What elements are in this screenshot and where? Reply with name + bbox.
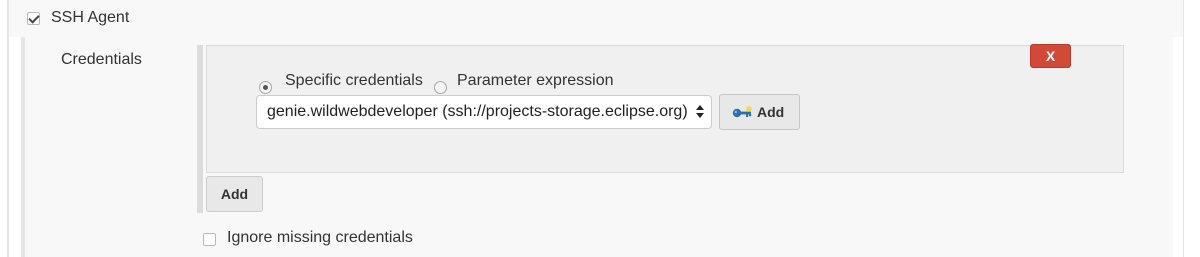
parameter-expression-radio[interactable] [434,81,447,94]
credentials-label: Credentials [61,51,142,68]
credential-select[interactable]: genie.wildwebdeveloper (ssh://projects-s… [256,95,712,129]
add-credential-label: Add [757,104,785,120]
add-button[interactable]: Add [206,176,263,212]
ignore-missing-checkbox[interactable] [203,233,216,246]
outer-right-border [1183,0,1184,257]
ssh-agent-label: SSH Agent [51,9,130,26]
outer-left-border [7,0,9,257]
parameter-expression-label[interactable]: Parameter expression [457,72,614,90]
specific-credentials-radio[interactable] [259,81,272,94]
credential-select-value: genie.wildwebdeveloper (ssh://projects-s… [267,103,688,120]
ssh-agent-checkbox[interactable] [27,12,40,25]
section-border [21,37,25,257]
select-arrows-icon [696,104,704,120]
add-credential-button[interactable]: Add [719,94,800,130]
delete-credential-button[interactable]: X [1030,44,1071,68]
ignore-missing-label: Ignore missing credentials [227,229,413,246]
ssh-agent-row [9,0,1183,37]
key-icon [732,106,754,125]
specific-credentials-label[interactable]: Specific credentials [285,72,423,90]
credentials-group-bar [197,45,203,213]
